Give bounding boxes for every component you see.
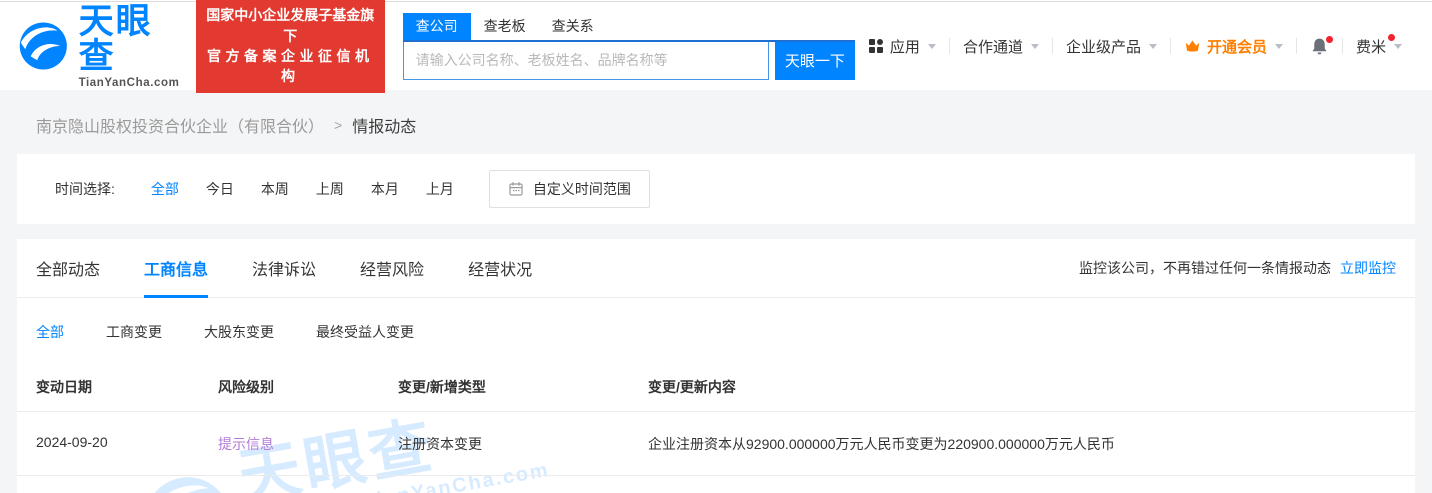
- nav-user[interactable]: 费米: [1343, 36, 1415, 57]
- site-header: 天眼查 TianYanCha.com 国家中小企业发展子基金旗下 官方备案企业征…: [0, 2, 1432, 90]
- changes-table: 变动日期 风险级别 变更/新增类型 变更/更新内容 2024-09-20 提示信…: [17, 362, 1415, 476]
- subtab-major-shareholder-change[interactable]: 大股东变更: [204, 322, 274, 342]
- custom-time-range-label: 自定义时间范围: [533, 179, 631, 199]
- tab-operation-status[interactable]: 经营状况: [468, 239, 532, 297]
- monitor-now-link[interactable]: 立即监控: [1340, 258, 1396, 278]
- chevron-down-icon: [1394, 44, 1402, 49]
- chevron-down-icon: [1149, 44, 1157, 49]
- nav-partner-label: 合作通道: [963, 36, 1023, 57]
- time-option-all[interactable]: 全部: [151, 179, 179, 199]
- nav-enterprise[interactable]: 企业级产品: [1053, 36, 1170, 57]
- user-notification-badge: [1388, 34, 1395, 41]
- search-tab-company[interactable]: 查公司: [403, 13, 471, 40]
- cell-risk-level[interactable]: 提示信息: [218, 434, 398, 454]
- gov-badge-line2: 官方备案企业征信机构: [206, 46, 375, 87]
- nav-partner[interactable]: 合作通道: [950, 36, 1052, 57]
- breadcrumb-separator: >: [334, 117, 342, 133]
- custom-time-range-button[interactable]: 自定义时间范围: [489, 170, 650, 208]
- tab-all-updates[interactable]: 全部动态: [36, 239, 100, 297]
- col-header-change-date: 变动日期: [36, 377, 218, 397]
- breadcrumb-current: 情报动态: [352, 113, 416, 137]
- tianyancha-logo-icon: [17, 18, 70, 74]
- search-row: 天眼一下: [403, 42, 855, 80]
- col-header-change-content: 变更/更新内容: [648, 377, 1396, 397]
- nav-apps-label: 应用: [890, 36, 920, 57]
- time-filter-label: 时间选择:: [55, 179, 115, 199]
- notification-badge: [1326, 36, 1333, 43]
- chevron-down-icon: [928, 44, 936, 49]
- monitor-text: 监控该公司，不再错过任何一条情报动态: [1079, 258, 1331, 278]
- header-nav: 应用 合作通道 企业级产品 开通会员: [855, 32, 1415, 60]
- logo-domain: TianYanCha.com: [79, 77, 183, 89]
- tab-operation-risk[interactable]: 经营风险: [360, 239, 424, 297]
- subtab-all[interactable]: 全部: [36, 322, 64, 342]
- cell-change-content: 企业注册资本从92900.000000万元人民币变更为220900.000000…: [648, 434, 1396, 454]
- nav-user-label: 费米: [1356, 36, 1386, 57]
- search-tab-boss[interactable]: 查老板: [471, 13, 539, 40]
- business-info-subtabs: 全部 工商变更 大股东变更 最终受益人变更: [17, 298, 1415, 362]
- breadcrumb-company-link[interactable]: 南京隐山股权投资合伙企业（有限合伙）: [36, 113, 324, 137]
- search-tabs: 查公司 查老板 查关系: [403, 13, 855, 42]
- time-option-this-month[interactable]: 本月: [371, 179, 399, 199]
- time-filter-card: 时间选择: 全部 今日 本周 上周 本月 上月 自定义时间范围: [17, 154, 1415, 224]
- gov-certification-badge: 国家中小企业发展子基金旗下 官方备案企业征信机构: [196, 0, 385, 93]
- breadcrumb: 南京隐山股权投资合伙企业（有限合伙） > 情报动态: [0, 90, 1432, 137]
- time-option-last-week[interactable]: 上周: [316, 179, 344, 199]
- nav-vip[interactable]: 开通会员: [1171, 36, 1296, 57]
- tab-legal-litigation[interactable]: 法律诉讼: [252, 239, 316, 297]
- time-option-this-week[interactable]: 本周: [261, 179, 289, 199]
- calendar-icon: [508, 181, 524, 197]
- nav-enterprise-label: 企业级产品: [1066, 36, 1141, 57]
- chevron-down-icon: [1275, 44, 1283, 49]
- search-button[interactable]: 天眼一下: [775, 42, 855, 80]
- logo-text-block: 天眼查 TianYanCha.com: [79, 4, 183, 89]
- nav-apps[interactable]: 应用: [855, 36, 949, 57]
- cell-change-type: 注册资本变更: [398, 434, 648, 454]
- search-module: 查公司 查老板 查关系 天眼一下: [403, 13, 855, 80]
- time-option-today[interactable]: 今日: [206, 179, 234, 199]
- time-filter-options: 全部 今日 本周 上周 本月 上月: [151, 179, 454, 199]
- intelligence-card: 天眼查 TianYanCha.com 全部动态 工商信息 法律诉讼 经营风险 经…: [17, 239, 1415, 493]
- subtab-beneficial-owner-change[interactable]: 最终受益人变更: [316, 322, 414, 342]
- table-row: 2024-09-20 提示信息 注册资本变更 企业注册资本从92900.0000…: [17, 412, 1415, 476]
- crown-icon: [1184, 38, 1201, 55]
- chevron-down-icon: [1031, 44, 1039, 49]
- subtab-business-change[interactable]: 工商变更: [106, 322, 162, 342]
- table-header-row: 变动日期 风险级别 变更/新增类型 变更/更新内容: [17, 362, 1415, 412]
- time-option-last-month[interactable]: 上月: [426, 179, 454, 199]
- col-header-risk-level: 风险级别: [218, 377, 398, 397]
- logo-title: 天眼查: [79, 4, 183, 74]
- tianyancha-logo[interactable]: 天眼查 TianYanCha.com: [17, 4, 183, 89]
- category-tabs: 全部动态 工商信息 法律诉讼 经营风险 经营状况 监控该公司，不再错过任何一条情…: [17, 239, 1415, 298]
- nav-vip-label: 开通会员: [1207, 36, 1267, 57]
- search-input[interactable]: [403, 42, 769, 80]
- gov-badge-line1: 国家中小企业发展子基金旗下: [206, 5, 375, 46]
- col-header-change-type: 变更/新增类型: [398, 377, 648, 397]
- nav-notifications[interactable]: [1297, 37, 1342, 56]
- monitor-prompt: 监控该公司，不再错过任何一条情报动态 立即监控: [1079, 258, 1396, 278]
- cell-change-date: 2024-09-20: [36, 434, 218, 454]
- search-tab-relation[interactable]: 查关系: [539, 13, 607, 40]
- tab-business-info[interactable]: 工商信息: [144, 239, 208, 297]
- apps-grid-icon: [868, 38, 884, 54]
